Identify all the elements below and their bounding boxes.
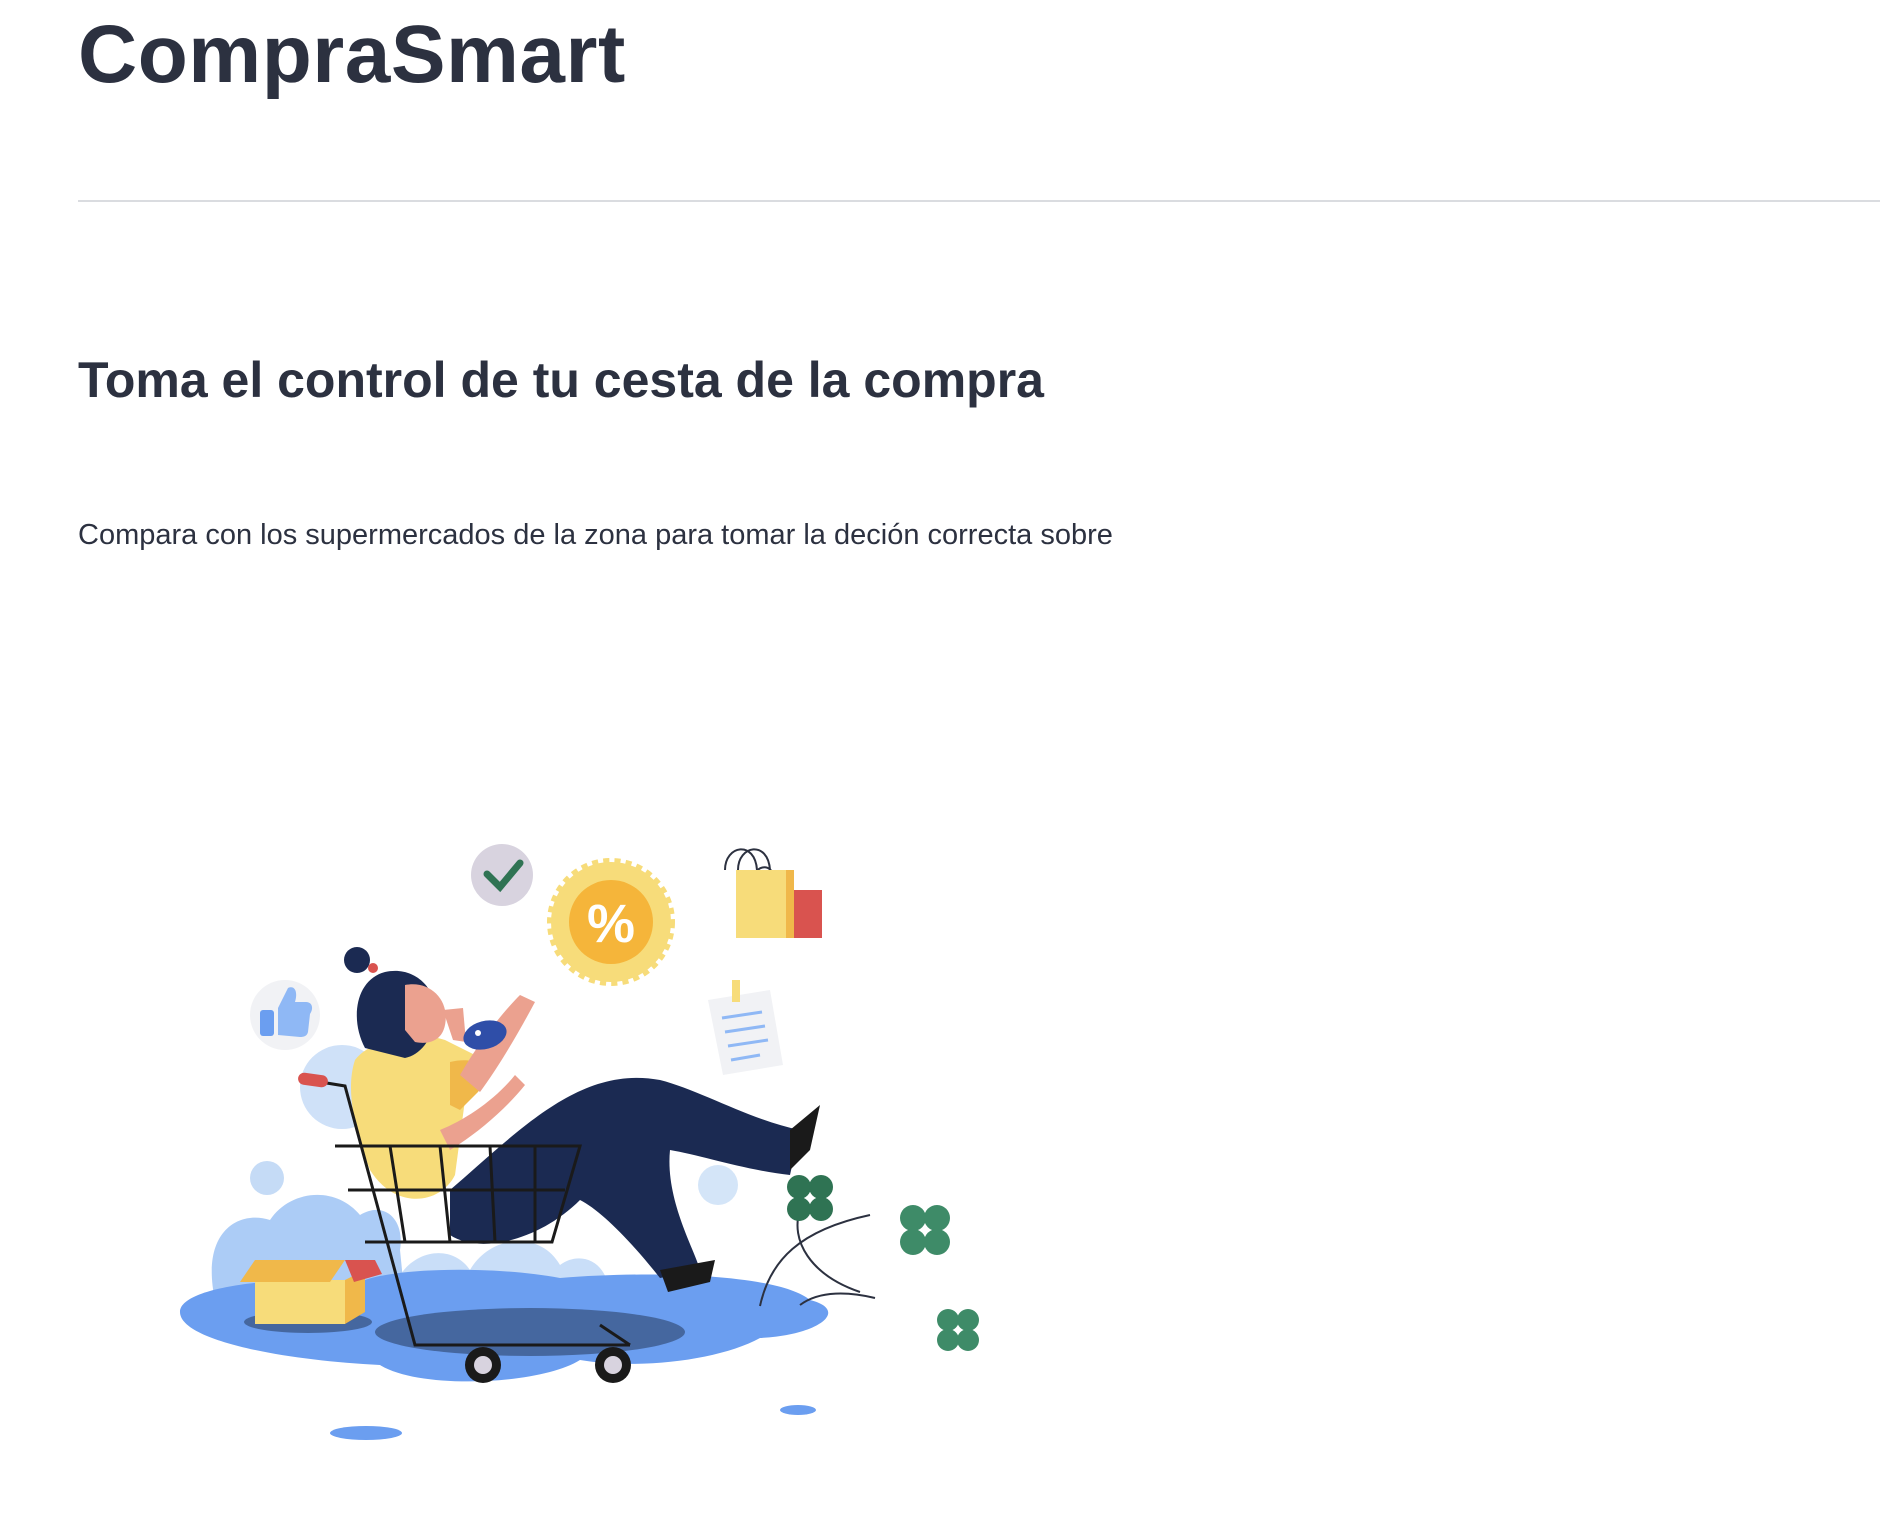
shopping-illustration: %	[180, 844, 979, 1440]
page-description: Compara con los supermercados de la zona…	[78, 519, 1113, 551]
page-headline: Toma el control de tu cesta de la compra	[78, 352, 1044, 408]
box-icon	[240, 1260, 382, 1324]
thumbs-up-icon	[250, 980, 320, 1050]
header-divider	[78, 200, 1880, 202]
note-icon	[708, 980, 783, 1075]
percent-badge-icon: %	[547, 858, 675, 986]
check-icon	[471, 844, 533, 906]
hero-illustration: %	[160, 830, 1000, 1470]
app-title: CompraSmart	[78, 9, 626, 100]
shopping-bag-icon	[724, 848, 822, 938]
percent-symbol: %	[587, 894, 635, 954]
person-head	[344, 947, 446, 1058]
